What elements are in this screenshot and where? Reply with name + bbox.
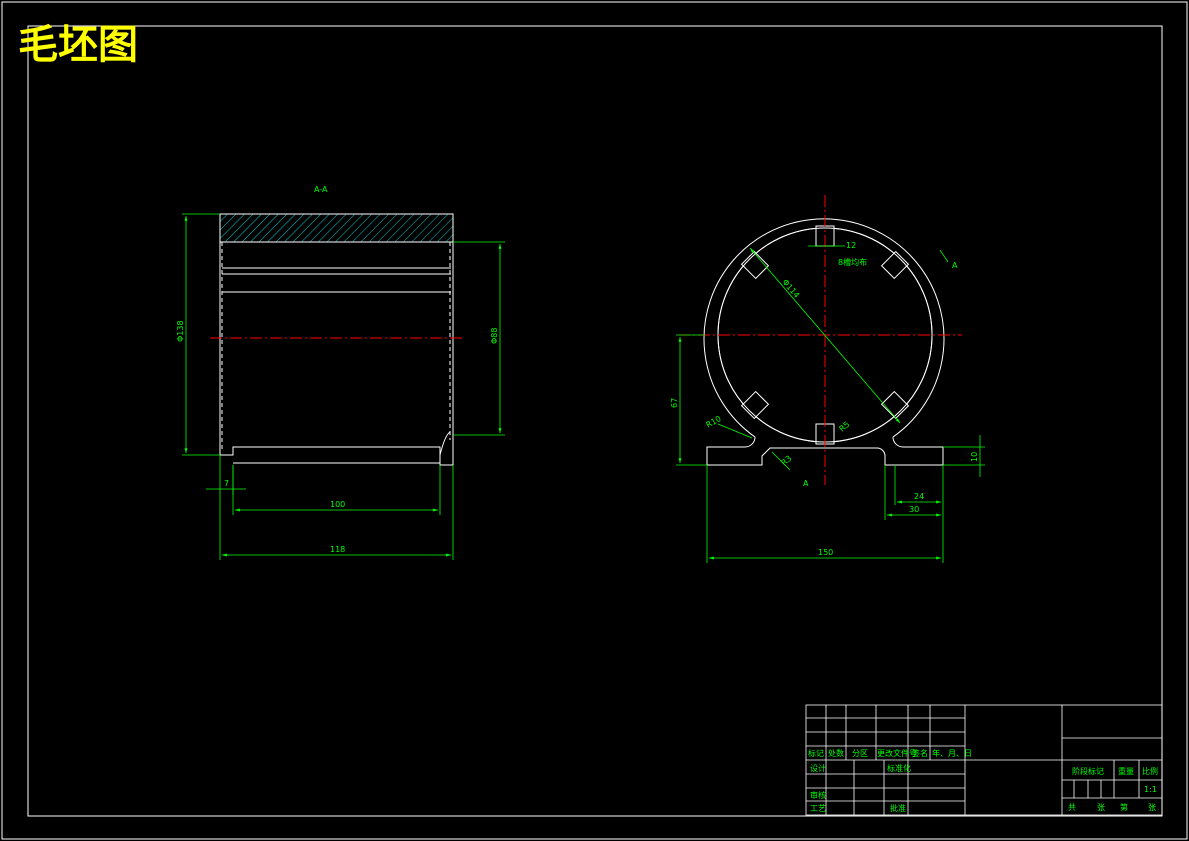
tb-sheets-total: 共 [1068,803,1076,812]
outer-border [1,1,1188,840]
tb-stage-mark: 阶段标记 [1072,766,1104,776]
engineering-drawing: 毛坯图 A-A Φ138 Φ88 7 100 118 Φ114 12 8槽均布 … [1,1,1188,840]
dim-inner-diameter: Φ88 [490,328,499,344]
title-block-text: 标记 处数 分区 更改文件号 签名 年、月、日 设计 标准化 审核 工艺 批准 … [808,748,1158,813]
tb-row-review: 审核 [810,790,826,800]
tb-col-date: 年、月、日 [932,748,972,758]
dim-width-30: 30 [909,505,919,514]
drawing-title: 毛坯图 [18,22,138,68]
inner-border [27,25,1163,817]
tb-sheet-unit: 张 [1148,803,1156,812]
dim-total-150: 150 [818,548,833,557]
title-block [805,704,1163,816]
tb-sheets-unit: 张 [1097,803,1105,812]
note-keyways: 8槽均布 [838,257,867,267]
tb-row-standard: 标准化 [887,763,911,773]
dim-r10: R10 [705,414,723,430]
tb-row-design: 设计 [810,763,826,773]
tb-col-zone: 分区 [852,749,868,758]
dim-diameter-114: Φ114 [780,278,801,300]
tb-row-approve: 批准 [890,803,906,813]
left-section-view: A-A Φ138 Φ88 7 100 118 [176,185,505,560]
tb-weight: 重量 [1118,766,1134,776]
dim-outer-diameter: Φ138 [176,320,185,342]
right-end-view: Φ114 12 8槽均布 A A R5 R10 R3 67 10 24 30 1… [670,195,985,563]
tb-scale: 比例 [1142,766,1158,776]
section-arrow-top [939,249,949,263]
tb-col-change-doc: 更改文件号 [877,748,917,758]
section-mark-a-bottom: A [803,479,809,488]
tb-sheet-no: 第 [1120,802,1128,812]
tb-row-process: 工艺 [810,804,826,813]
dim-length-100: 100 [330,500,345,509]
tb-col-count: 处数 [828,748,844,758]
section-label: A-A [314,185,328,194]
tb-col-sign: 签名 [912,748,928,758]
dim-radius: R5 [838,420,852,434]
bottom-fillet [439,431,451,456]
dim-key-width: 12 [846,241,856,250]
dim-width-24: 24 [914,492,924,501]
dim-length-118: 118 [330,545,345,554]
tb-scale-value: 1:1 [1144,785,1157,794]
section-mark-a-top: A [952,261,958,270]
tb-col-mark: 标记 [808,748,824,758]
dim-height-67: 67 [670,398,679,408]
hatched-wall [219,213,454,243]
dim-flange-10: 10 [970,452,979,462]
body-outline [219,214,454,466]
dim-r3: R3 [780,454,794,468]
dim-offset-7: 7 [224,479,229,488]
